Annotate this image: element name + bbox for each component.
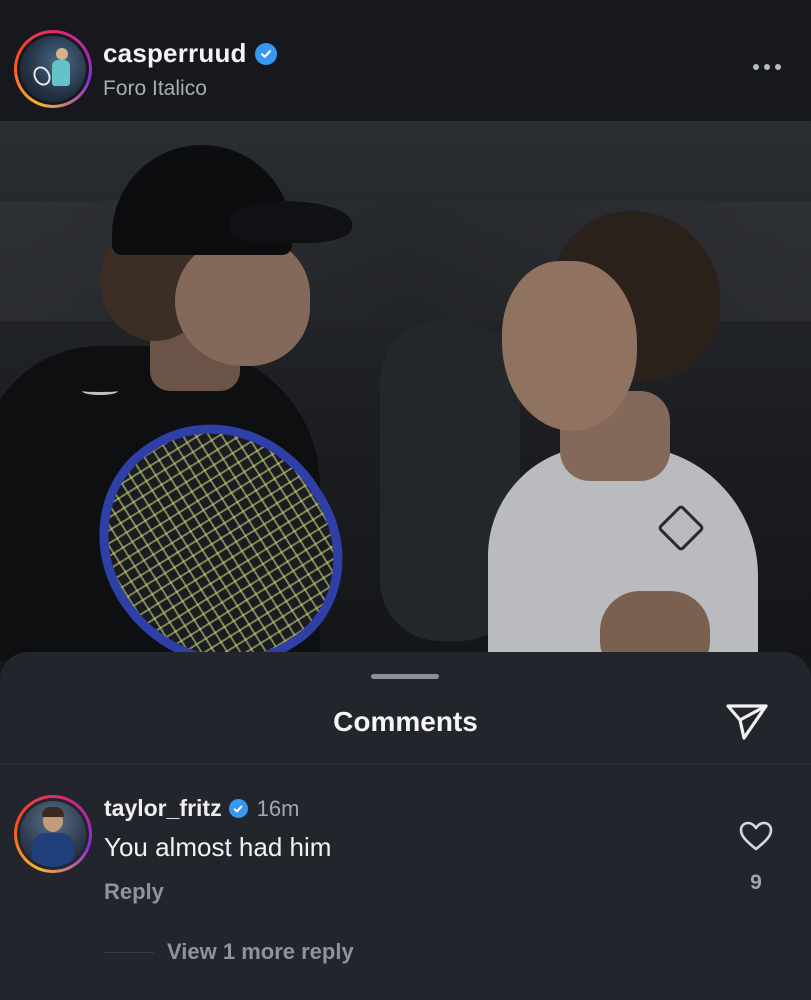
verified-badge-icon — [228, 799, 248, 818]
verified-badge-icon — [254, 42, 277, 65]
view-more-replies-button[interactable]: View 1 more reply — [167, 939, 354, 965]
post-location[interactable]: Foro Italico — [103, 77, 277, 101]
comment-text: You almost had him — [104, 832, 332, 862]
heart-icon[interactable] — [738, 820, 774, 852]
comment-header: taylor_fritz 16m — [104, 795, 299, 822]
reply-button[interactable]: Reply — [104, 879, 164, 905]
comments-sheet: Comments taylor_fritz 16m You almost had… — [0, 652, 811, 1000]
comments-title: Comments — [333, 706, 478, 737]
avatar-image — [20, 36, 86, 102]
header-text: casperruud Foro Italico — [103, 38, 277, 101]
comment-timestamp: 16m — [256, 795, 300, 821]
commenter-avatar[interactable] — [14, 795, 92, 873]
instagram-post-screen: casperruud Foro Italico Comments taylor_… — [0, 0, 811, 1000]
commenter-avatar-image — [20, 801, 86, 867]
comment-username[interactable]: taylor_fritz — [104, 795, 222, 822]
profile-avatar[interactable] — [14, 30, 92, 108]
post-header: casperruud Foro Italico — [0, 0, 811, 121]
send-icon[interactable] — [724, 698, 770, 744]
divider — [0, 764, 811, 765]
replies-divider — [104, 952, 154, 953]
sheet-grabber[interactable] — [371, 674, 439, 679]
like-count: 9 — [750, 871, 762, 894]
post-username[interactable]: casperruud — [103, 38, 247, 69]
more-options-icon[interactable] — [747, 52, 787, 82]
post-photo[interactable] — [0, 121, 811, 661]
